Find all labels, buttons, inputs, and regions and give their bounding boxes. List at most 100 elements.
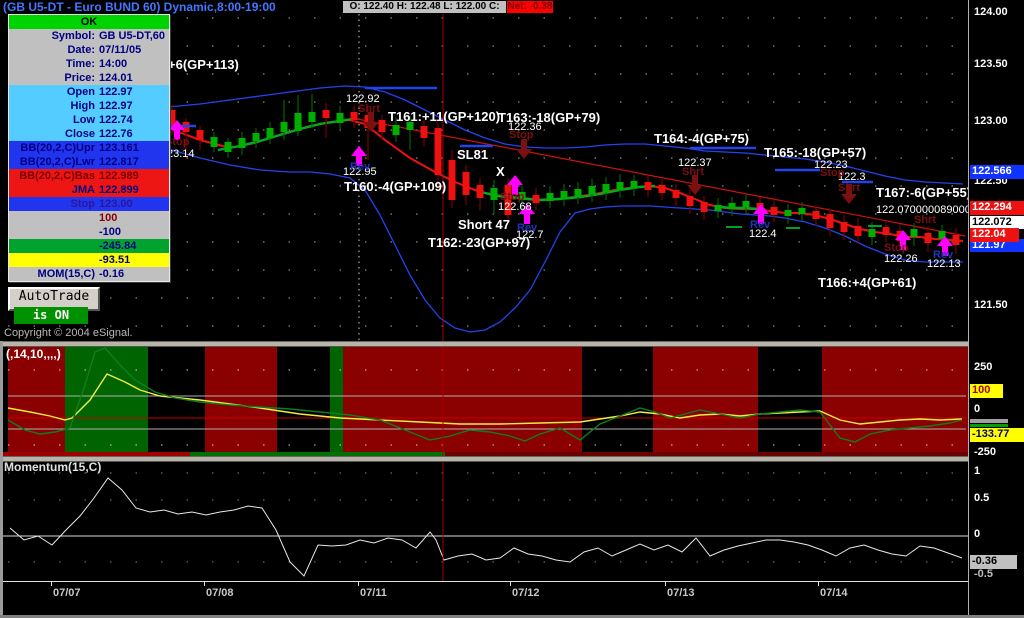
candle-body bbox=[322, 110, 330, 118]
chart-window: (GB U5-DT - Euro BUND 60) Dynamic,8:00-1… bbox=[0, 0, 1024, 618]
data-window-row: MOM(15,C) -0.16 bbox=[9, 267, 169, 281]
date-tick bbox=[358, 582, 359, 586]
regime-stripe bbox=[822, 345, 968, 453]
momentum-line bbox=[9, 477, 963, 577]
data-window-row: -100 bbox=[9, 225, 169, 239]
candle-body bbox=[406, 122, 414, 130]
candle-body bbox=[518, 192, 526, 200]
candle-body bbox=[238, 138, 246, 148]
scale-label: -0.5 bbox=[974, 568, 993, 580]
data-window-row: -93.51 bbox=[9, 253, 169, 267]
date-axis[interactable]: 07/07 07/08 07/11 07/12 07/13 07/14 bbox=[0, 581, 968, 618]
sell-arrow-icon bbox=[516, 139, 532, 159]
candle-body bbox=[588, 186, 596, 194]
candle-body bbox=[224, 142, 232, 152]
scale-label: 1 bbox=[974, 465, 981, 477]
candle-body bbox=[392, 125, 400, 135]
candle-body bbox=[812, 211, 820, 219]
scale-value-badge: 100 bbox=[970, 384, 1003, 398]
data-window-row: BB(20,2,C)Upr 123.161 bbox=[9, 141, 169, 155]
candle-body bbox=[294, 113, 302, 131]
data-window-row: Close 122.76 bbox=[9, 127, 169, 141]
scale-label: -250 bbox=[974, 446, 997, 458]
regime-stripe bbox=[653, 345, 758, 453]
copyright-text: Copyright © 2004 eSignal. bbox=[4, 327, 133, 339]
regime-stripe bbox=[277, 345, 330, 453]
candle-body bbox=[700, 202, 708, 212]
candle-body bbox=[490, 188, 498, 200]
panel-divider-1[interactable] bbox=[0, 341, 968, 347]
scale-mini-bar bbox=[970, 419, 1008, 423]
candle-body bbox=[868, 229, 876, 237]
data-window-row: Date: 07/11/05 bbox=[9, 43, 169, 57]
data-window-row: Stop 123.00 bbox=[9, 197, 169, 211]
scale-mini-bar bbox=[970, 424, 1008, 427]
date-label: 07/11 bbox=[360, 587, 387, 599]
candle-body bbox=[714, 205, 722, 211]
scale-value-badge: 122.294 bbox=[970, 201, 1024, 215]
oscillator-panel[interactable]: (,14,10,,,,) bbox=[0, 345, 968, 456]
panel-divider-2[interactable] bbox=[0, 456, 968, 462]
scale-value-badge: -0.36 bbox=[970, 555, 1017, 569]
date-tick bbox=[204, 582, 205, 586]
candle-body bbox=[910, 229, 918, 237]
candle-body bbox=[616, 182, 624, 190]
candle-body bbox=[924, 233, 932, 243]
window-frame-left bbox=[0, 341, 3, 618]
regime-stripe bbox=[65, 345, 148, 453]
data-window-row: Time: 14:00 bbox=[9, 57, 169, 71]
candle-body bbox=[280, 122, 288, 132]
candle-body bbox=[378, 120, 386, 132]
candle-body bbox=[560, 191, 568, 199]
candle-body bbox=[854, 226, 862, 236]
date-tick bbox=[51, 582, 52, 586]
candle-body bbox=[728, 203, 736, 209]
regime-stripe bbox=[758, 345, 822, 453]
momentum-panel[interactable]: Momentum(15,C) bbox=[0, 459, 968, 581]
scale-label: 123.00 bbox=[974, 115, 1008, 127]
candle-body bbox=[882, 227, 890, 235]
candle-body bbox=[210, 137, 218, 147]
data-window-row: 100 bbox=[9, 211, 169, 225]
candle-body bbox=[630, 181, 638, 188]
candle-body bbox=[420, 126, 428, 138]
date-label: 07/08 bbox=[206, 587, 234, 599]
candle-body bbox=[770, 207, 778, 215]
candle-body bbox=[742, 201, 750, 207]
data-window-row: JMA 122.899 bbox=[9, 183, 169, 197]
regime-stripe bbox=[582, 345, 653, 453]
data-window-row: -245.84 bbox=[9, 239, 169, 253]
momentum-label: Momentum(15,C) bbox=[4, 460, 102, 474]
date-label: 07/13 bbox=[667, 587, 695, 599]
candle-body bbox=[784, 210, 792, 216]
price-scale[interactable]: 124.00 123.50 123.00 122.50 121.50 122.566 122… bbox=[968, 0, 1024, 618]
candle-body bbox=[476, 185, 484, 198]
date-tick bbox=[510, 582, 511, 586]
regime-stripe bbox=[343, 345, 582, 453]
date-label: 07/12 bbox=[512, 587, 540, 599]
data-window-row[interactable]: OK bbox=[9, 15, 169, 29]
regime-stripe bbox=[330, 345, 343, 453]
bollinger-lower-line bbox=[167, 148, 963, 333]
data-window-row: BB(20,2,C)Lwr 122.817 bbox=[9, 155, 169, 169]
oscillator-label: (,14,10,,,,) bbox=[6, 347, 61, 361]
scale-label: 0 bbox=[974, 528, 981, 540]
date-label: 07/14 bbox=[820, 587, 848, 599]
candle-body bbox=[686, 196, 694, 206]
data-window: OK Symbol: GB U5-DT,60 Date: 07/11/05 Time: 14… bbox=[8, 14, 170, 282]
buy-arrow-icon bbox=[753, 204, 769, 224]
date-tick bbox=[665, 582, 666, 586]
scale-value-badge: 122.566 bbox=[970, 165, 1024, 179]
scale-label: 121.50 bbox=[974, 299, 1008, 311]
scale-label: 0.5 bbox=[974, 492, 990, 504]
autotrade-status-badge: is ON bbox=[14, 307, 88, 324]
sell-arrow-icon bbox=[841, 184, 857, 204]
candle-body bbox=[658, 185, 666, 193]
scale-label: 0 bbox=[974, 403, 981, 415]
scale-label: 123.50 bbox=[974, 58, 1008, 70]
regime-stripe bbox=[205, 345, 277, 453]
candle-body bbox=[602, 184, 610, 192]
candle-body bbox=[672, 190, 680, 198]
candle-body bbox=[308, 112, 316, 122]
candle-body bbox=[462, 172, 470, 195]
